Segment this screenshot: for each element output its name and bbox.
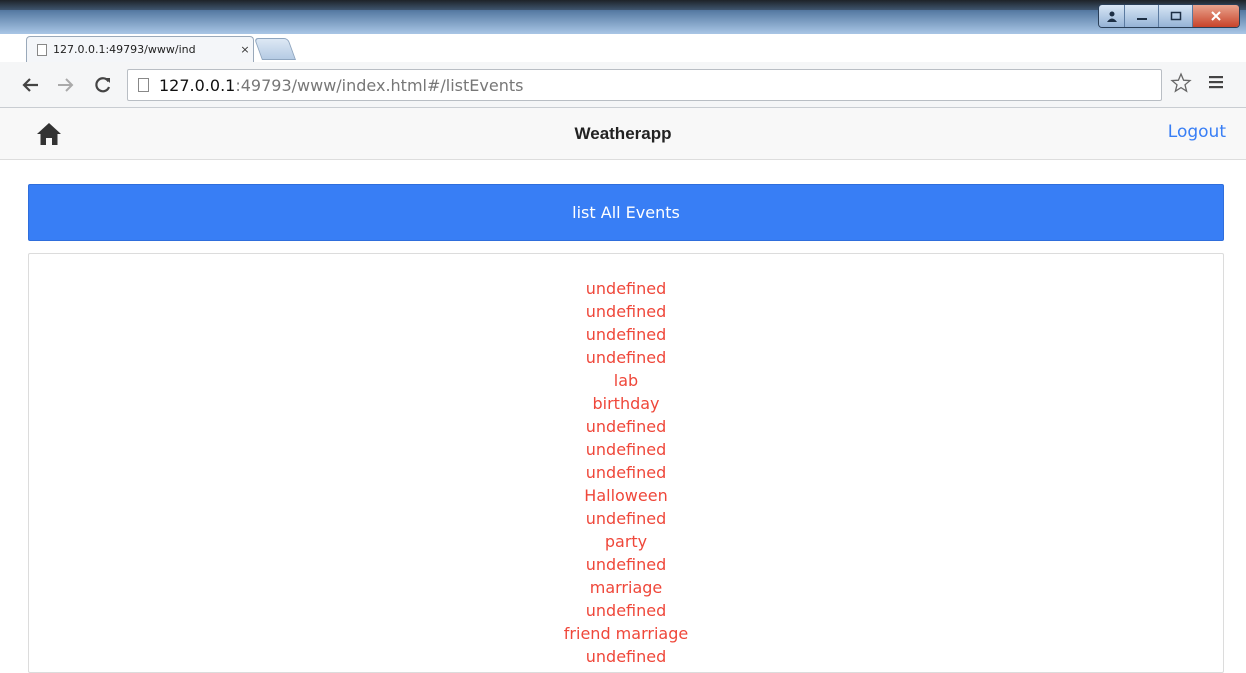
list-item: undefined <box>585 555 667 574</box>
list-item: Halloween <box>584 486 668 505</box>
list-item: undefined <box>585 440 667 459</box>
close-window-button[interactable] <box>1193 5 1239 27</box>
list-item: undefined <box>585 417 667 436</box>
list-item: friend marriage <box>563 624 689 643</box>
browser-toolbar: 127.0.0.1:49793/www/index.html#/listEven… <box>0 62 1246 108</box>
url-path: :49793/www/index.html#/listEvents <box>235 75 524 95</box>
list-item: undefined <box>585 302 667 321</box>
page-icon <box>37 43 47 56</box>
hamburger-menu-icon[interactable] <box>1208 72 1224 96</box>
list-item: undefined <box>585 463 667 482</box>
logout-button[interactable]: Logout <box>1168 122 1226 142</box>
window-titlebar <box>0 0 1246 34</box>
list-item: undefined <box>585 647 667 666</box>
list-item: party <box>604 532 648 551</box>
list-item: marriage <box>589 578 663 597</box>
tab-title: 127.0.0.1:49793/www/ind <box>53 43 196 56</box>
maximize-button[interactable] <box>1159 5 1193 27</box>
minimize-button[interactable] <box>1125 5 1159 27</box>
arrow-right-icon[interactable] <box>54 74 76 96</box>
list-item: undefined <box>585 325 667 344</box>
new-tab-button[interactable] <box>253 38 297 60</box>
list-item: birthday <box>592 394 660 413</box>
browser-tab[interactable]: 127.0.0.1:49793/www/ind × <box>26 36 254 62</box>
app-header: Weatherapp Logout <box>0 108 1246 160</box>
page-title: Weatherapp <box>574 124 672 143</box>
user-profile-icon[interactable] <box>1099 5 1125 27</box>
list-item: lab <box>613 371 639 390</box>
list-all-events-button[interactable]: list All Events <box>28 184 1224 241</box>
address-bar[interactable]: 127.0.0.1:49793/www/index.html#/listEven… <box>127 69 1162 101</box>
reload-icon[interactable] <box>92 74 114 96</box>
page-icon <box>138 78 149 92</box>
url-host: 127.0.0.1 <box>159 75 236 95</box>
list-item: undefined <box>585 348 667 367</box>
window-controls <box>1098 4 1240 28</box>
titlebar-shade <box>0 0 1246 10</box>
events-card: undefined undefined undefined undefined lab b… <box>28 253 1224 673</box>
list-item: undefined <box>585 509 667 528</box>
tab-close-icon[interactable]: × <box>237 43 253 56</box>
list-item: undefined <box>585 279 667 298</box>
list-item: undefined <box>585 601 667 620</box>
arrow-left-icon[interactable] <box>20 74 42 96</box>
star-icon[interactable] <box>1170 72 1192 99</box>
event-list: undefined undefined undefined undefined lab b… <box>29 277 1223 668</box>
